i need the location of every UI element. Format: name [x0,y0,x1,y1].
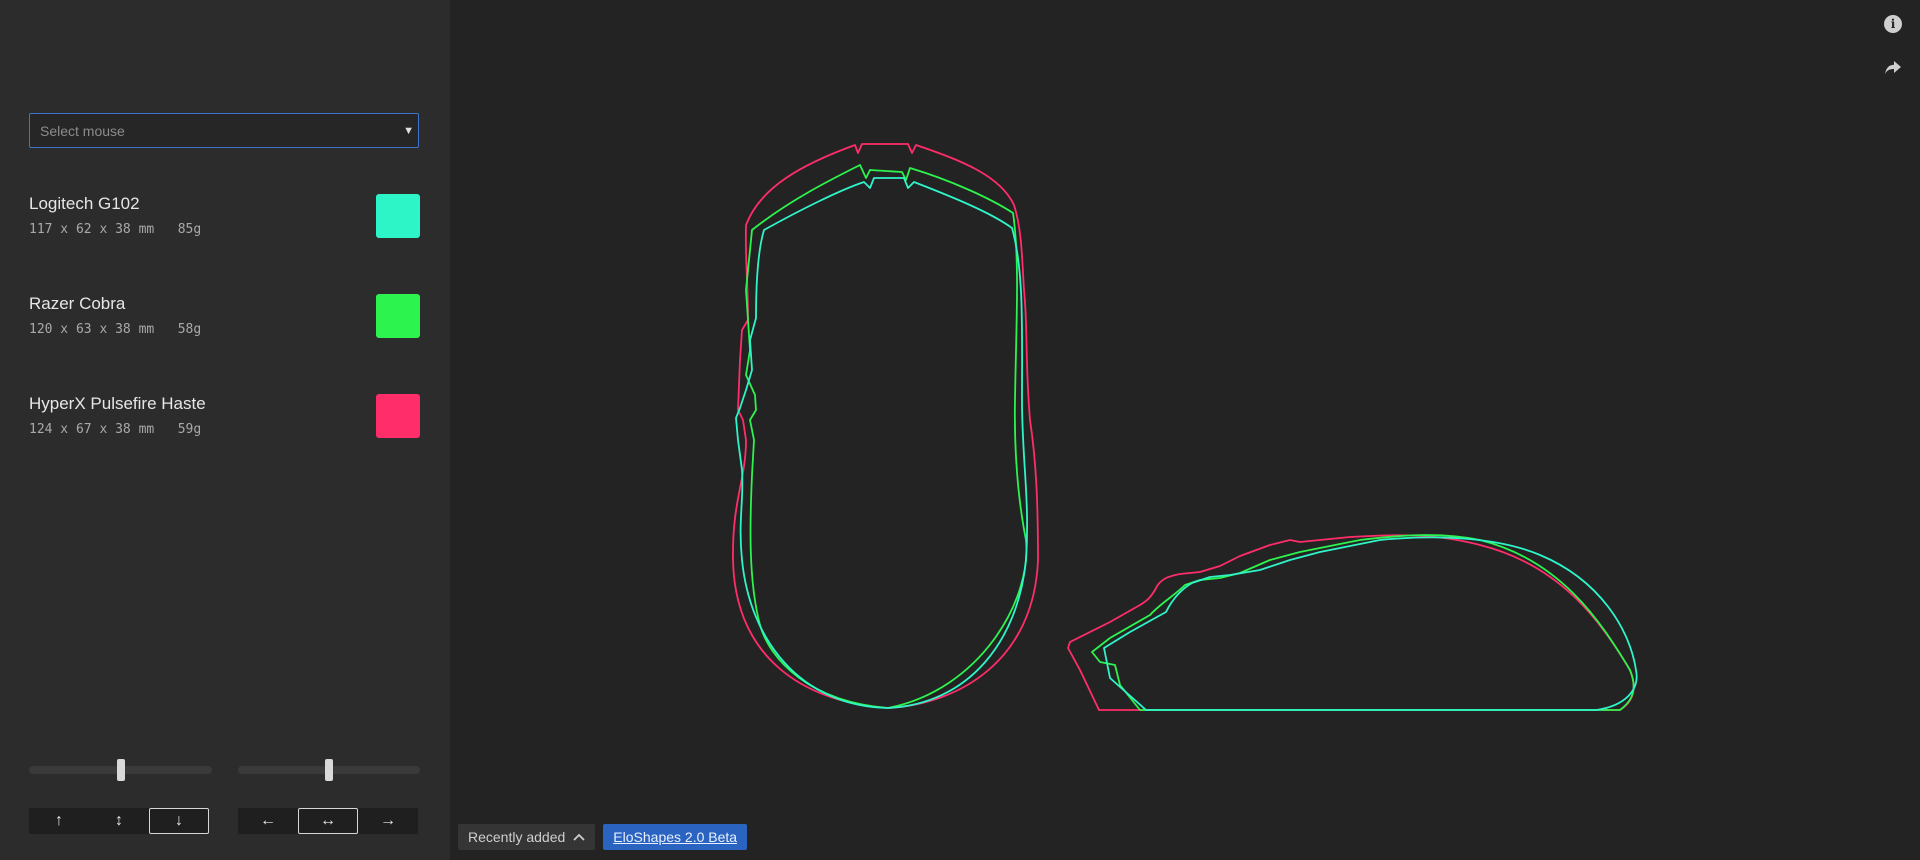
shape-canvas-area: i Recently added EloShapes 2.0 Beta [450,0,1920,860]
caret-down-icon: ▼ [403,125,414,137]
horizontal-offset-slider[interactable] [238,759,420,781]
color-swatch[interactable] [376,394,420,438]
mouse-specs: 120 x 63 x 38 mm 58g [29,322,202,337]
mouse-name: Logitech G102 [29,194,140,213]
recently-added-label: Recently added [468,829,566,845]
color-swatch[interactable] [376,294,420,338]
arrow-up-down-icon: ↕ [115,812,123,829]
align-center-vertical-button[interactable]: ↕ [89,808,149,834]
sidebar: Select mouse ▼ Logitech G102 117 x 62 x … [0,0,450,860]
mouse-name: Razer Cobra [29,294,126,313]
align-left-button[interactable]: ← [238,808,298,834]
mouse-specs: 124 x 67 x 38 mm 59g [29,422,202,437]
arrow-up-icon: ↑ [55,812,63,829]
align-top-button[interactable]: ↑ [29,808,89,834]
share-arrow-glyph [1885,61,1901,74]
eloshapes-beta-link[interactable]: EloShapes 2.0 Beta [603,824,748,850]
align-bottom-button[interactable]: ↓ [149,808,209,834]
mouse-select-dropdown[interactable]: Select mouse ▼ [29,113,419,148]
vertical-offset-slider[interactable] [29,759,212,781]
color-swatch[interactable] [376,194,420,238]
razer-cobra-top-outline [745,164,1028,709]
align-center-horizontal-button[interactable]: ↔ [298,808,358,834]
mouse-item-logitech-g102: Logitech G102 117 x 62 x 38 mm 85g [29,194,421,244]
logitech-g102-top-outline [735,177,1028,709]
align-right-button[interactable]: → [358,808,418,834]
mouse-item-hyperx-pulsefire-haste: HyperX Pulsefire Haste 124 x 67 x 38 mm … [29,394,421,444]
arrow-down-icon: ↓ [175,812,183,829]
select-placeholder: Select mouse [40,123,125,139]
slider-thumb[interactable] [325,759,333,781]
chevron-up-icon [573,833,585,841]
share-icon[interactable] [1884,59,1902,77]
arrow-left-icon: ← [260,812,276,829]
hyperx-top-outline [732,143,1039,709]
bottom-bar: Recently added EloShapes 2.0 Beta [458,824,748,850]
horizontal-align-buttons: ← ↔ → [238,808,418,834]
arrow-right-icon: → [380,812,396,829]
mouse-item-razer-cobra: Razer Cobra 120 x 63 x 38 mm 58g [29,294,421,344]
arrow-left-right-icon: ↔ [320,812,336,829]
mouse-name: HyperX Pulsefire Haste [29,394,206,413]
mouse-specs: 117 x 62 x 38 mm 85g [29,222,202,237]
shape-overlay-canvas [732,143,1638,711]
info-icon[interactable]: i [1884,15,1902,33]
recently-added-toggle[interactable]: Recently added [458,824,596,850]
slider-thumb[interactable] [116,759,125,781]
hyperx-side-outline [1067,534,1635,711]
logitech-g102-side-outline [1103,536,1638,711]
vertical-align-buttons: ↑ ↕ ↓ [29,808,209,834]
